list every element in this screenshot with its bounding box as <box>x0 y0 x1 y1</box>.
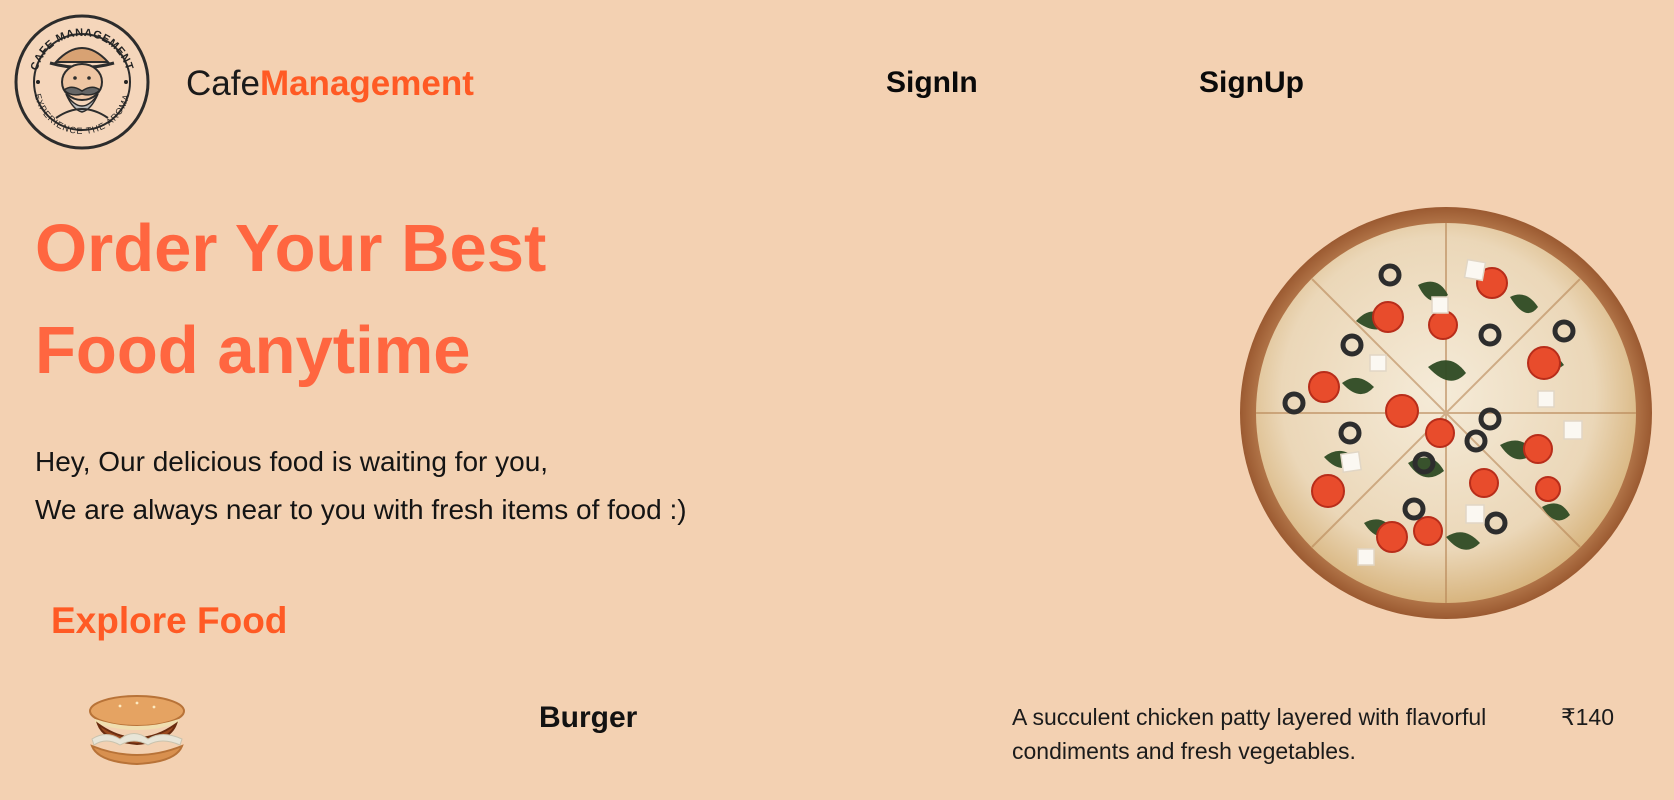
hero-title-line2: Food anytime <box>35 313 471 388</box>
pizza-image <box>1238 205 1654 621</box>
food-item-description: A succulent chicken patty layered with f… <box>1012 704 1487 764</box>
burger-image <box>82 694 192 766</box>
cafe-logo[interactable]: CAFE MANAGEMENT EXPERIENCE THE AROMA <box>14 14 150 150</box>
hero-title-line1: Order Your Best <box>35 211 547 286</box>
food-item-name: Burger <box>539 701 638 734</box>
barista-logo-icon: CAFE MANAGEMENT EXPERIENCE THE AROMA <box>14 14 150 150</box>
signin-link[interactable]: SignIn <box>886 64 978 102</box>
hero-title: Order Your Best Food anytime <box>35 198 675 402</box>
food-item-row[interactable]: Burger A succulent chicken patty layered… <box>0 690 1674 800</box>
brand-title: CafeManagement <box>186 62 474 106</box>
burger-image-icon <box>89 695 185 766</box>
hero-description-line2: We are always near to you with fresh ite… <box>35 494 687 525</box>
signup-link[interactable]: SignUp <box>1199 64 1304 102</box>
hero-description-line1: Hey, Our delicious food is waiting for y… <box>35 446 549 477</box>
brand-title-management: Management <box>259 64 474 103</box>
food-item-price: ₹140 <box>1561 704 1615 730</box>
pizza-image-icon <box>1240 207 1652 619</box>
explore-food-title: Explore Food <box>51 600 288 641</box>
brand-title-cafe: Cafe <box>186 64 260 103</box>
hero-description: Hey, Our delicious food is waiting for y… <box>35 438 855 534</box>
